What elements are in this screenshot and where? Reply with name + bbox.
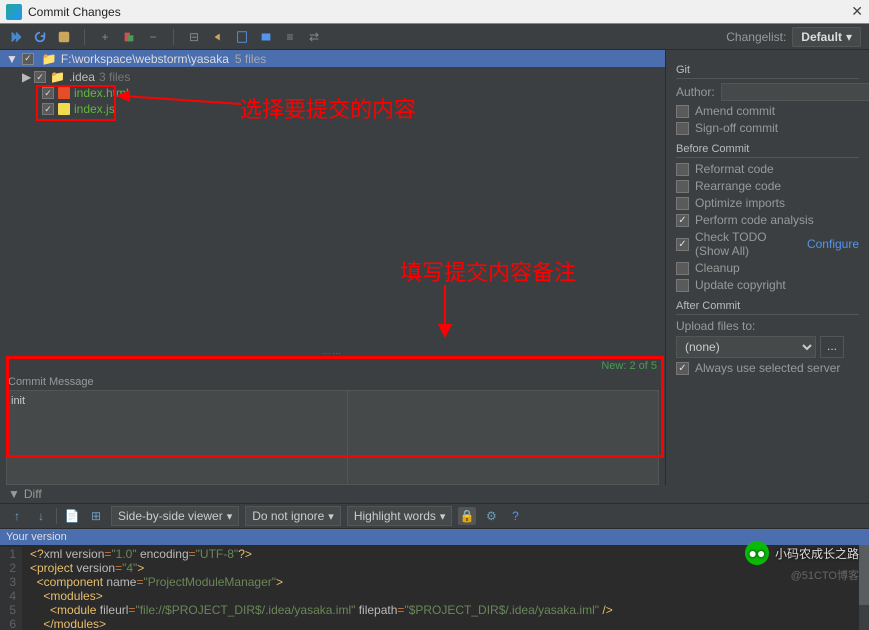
checkbox[interactable] — [676, 180, 689, 193]
viewer-combo[interactable]: Side-by-side viewer ▾ — [111, 506, 239, 526]
checkbox[interactable] — [676, 122, 689, 135]
before-commit-title: Before Commit — [676, 143, 859, 158]
expand-arrow-icon[interactable]: ▶ — [22, 70, 32, 84]
checkbox[interactable] — [676, 163, 689, 176]
tree-root-row[interactable]: ▼ ✓ 📁 F:\workspace\webstorm\yasaka 5 fil… — [0, 50, 665, 67]
show-diff-icon[interactable] — [8, 29, 24, 45]
checkbox[interactable] — [676, 197, 689, 210]
browse-button[interactable]: ... — [820, 336, 844, 358]
diff-toolbar: ↑ ↓ 📄 ⊞ Side-by-side viewer ▾ Do not ign… — [0, 503, 869, 529]
toolbar: + − ⊟ ≡ ⇄ Changelist: Default ▾ — [0, 24, 869, 50]
history-icon[interactable]: ≡ — [282, 29, 298, 45]
checkbox[interactable]: ✓ — [34, 71, 46, 83]
gear-icon[interactable]: ⚙ — [482, 507, 500, 525]
watermark: ●● 小码农成长之路 — [745, 541, 859, 565]
prev-diff-icon[interactable]: ↑ — [8, 507, 26, 525]
your-version-label: Your version — [0, 529, 869, 545]
annotation-box — [36, 85, 116, 121]
separator — [173, 29, 174, 45]
checkbox[interactable]: ✓ — [676, 362, 689, 375]
expand-arrow-icon[interactable]: ▼ — [8, 487, 20, 501]
remove-icon[interactable] — [121, 29, 137, 45]
tree-root-path: F:\workspace\webstorm\yasaka — [61, 52, 229, 66]
expand-icon[interactable] — [234, 29, 250, 45]
wechat-icon: ●● — [745, 541, 769, 565]
chevron-down-icon: ▾ — [846, 30, 852, 44]
highlight-combo[interactable]: Highlight words ▾ — [347, 506, 453, 526]
titlebar: Commit Changes ✕ — [0, 0, 869, 24]
code-viewer[interactable]: 1<?xml version="1.0" encoding="UTF-8"?> … — [0, 545, 869, 630]
delete-icon[interactable]: − — [145, 29, 161, 45]
right-panel: Git Author: Amend commit Sign-off commit… — [665, 50, 869, 485]
checkbox[interactable] — [676, 262, 689, 275]
separator — [84, 29, 85, 45]
tree-folder-row[interactable]: ▶ ✓ 📁 .idea 3 files — [0, 69, 665, 85]
author-label: Author: — [676, 85, 715, 99]
annotation-text: 填写提交内容备注 — [400, 255, 576, 287]
close-icon[interactable]: ✕ — [851, 3, 863, 20]
checkbox[interactable] — [676, 279, 689, 292]
annotation-text: 选择要提交的内容 — [240, 92, 416, 124]
checkbox[interactable]: ✓ — [676, 238, 689, 251]
refresh-icon[interactable] — [32, 29, 48, 45]
changelist-combo[interactable]: Default ▾ — [792, 27, 861, 47]
git-section-title: Git — [676, 64, 859, 79]
after-commit-title: After Commit — [676, 300, 859, 315]
file-count: 5 files — [235, 52, 266, 66]
add-icon[interactable]: + — [97, 29, 113, 45]
changelist-icon[interactable] — [56, 29, 72, 45]
checkbox[interactable] — [676, 105, 689, 118]
app-icon — [6, 4, 22, 20]
upload-select[interactable]: (none) — [676, 336, 816, 358]
blog-watermark: @51CTO博客 — [791, 567, 859, 583]
checkbox[interactable]: ✓ — [22, 53, 34, 65]
author-input[interactable] — [721, 83, 869, 101]
compare-icon[interactable]: ⊞ — [87, 507, 105, 525]
group-icon[interactable]: ⊟ — [186, 29, 202, 45]
help-icon[interactable]: ? — [506, 507, 524, 525]
configure-link[interactable]: Configure — [807, 237, 859, 251]
collapse-icon[interactable] — [258, 29, 274, 45]
diff-label: ▼Diff — [0, 485, 869, 503]
window-title: Commit Changes — [28, 5, 121, 19]
settings-icon[interactable]: ⇄ — [306, 29, 322, 45]
ignore-combo[interactable]: Do not ignore ▾ — [245, 506, 341, 526]
lock-icon[interactable]: 🔒 — [458, 507, 476, 525]
changelist-label: Changelist: — [726, 30, 786, 44]
folder-icon: 📁 — [42, 52, 57, 66]
expand-arrow-icon[interactable]: ▼ — [6, 52, 18, 66]
scrollbar[interactable] — [859, 545, 869, 630]
jump-icon[interactable]: 📄 — [63, 507, 81, 525]
next-diff-icon[interactable]: ↓ — [32, 507, 50, 525]
revert-icon[interactable] — [210, 29, 226, 45]
annotation-box — [6, 356, 664, 458]
folder-icon: 📁 — [50, 70, 65, 84]
checkbox[interactable]: ✓ — [676, 214, 689, 227]
